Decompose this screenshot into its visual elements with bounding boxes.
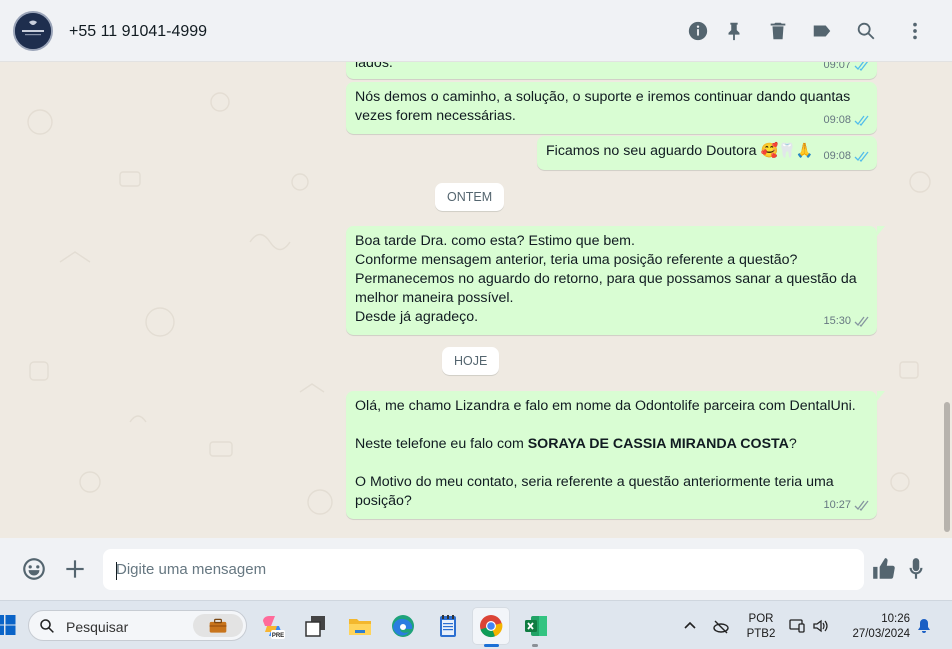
task-view-icon[interactable]	[302, 612, 330, 640]
bubble-tail	[877, 226, 885, 239]
search-icon	[40, 619, 54, 633]
notification-bell-icon[interactable]	[916, 618, 932, 634]
message-time: 15:30	[823, 315, 851, 327]
message-meta: 09:08	[823, 111, 870, 130]
message-text: Ficamos no seu aguardo Doutora 🥰🦷🙏	[546, 143, 814, 159]
notepad-icon[interactable]	[434, 612, 462, 640]
windows-start-icon[interactable]	[0, 614, 20, 636]
message-input[interactable]	[103, 549, 864, 590]
running-app-indicator	[532, 644, 538, 647]
message-text: lados.	[355, 62, 393, 71]
message-meta: 10:27	[823, 496, 870, 515]
message-line-intro: Olá, me chamo Lizandra e falo em nome da…	[355, 398, 856, 414]
chat-scrollbar[interactable]	[944, 402, 950, 532]
message-meta: 09:08	[823, 147, 870, 166]
language-code: POR	[748, 613, 774, 625]
message-time: 09:07	[823, 62, 851, 71]
message-bubble-outgoing[interactable]: lados. 09:07	[346, 62, 877, 79]
avatar-logo-icon	[15, 13, 51, 49]
thumbs-up-icon[interactable]	[871, 556, 897, 582]
delivered-ticks-icon	[854, 500, 869, 511]
message-line-question-end: ?	[788, 436, 797, 452]
windows-taskbar: Pesquisar PRE POR PTB2 10:26 27/03/2024	[0, 600, 952, 649]
menu-icon[interactable]	[904, 20, 926, 42]
contact-avatar[interactable]	[13, 11, 53, 51]
taskbar-search[interactable]: Pesquisar	[28, 610, 247, 641]
contact-name[interactable]: +55 11 91041-4999	[69, 23, 207, 41]
message-bubble-outgoing[interactable]: Olá, me chamo Lizandra e falo em nome da…	[346, 391, 885, 519]
network-offline-icon[interactable]	[712, 617, 730, 635]
clock-time: 10:26	[881, 613, 910, 625]
briefcase-icon	[193, 614, 243, 637]
volume-icon[interactable]	[812, 617, 830, 635]
message-line-question: Neste telefone eu falo com	[355, 436, 528, 452]
search-icon[interactable]	[855, 20, 877, 42]
clock-date: 27/03/2024	[852, 628, 910, 640]
attach-plus-icon[interactable]	[62, 556, 88, 582]
input-language[interactable]: POR PTB2	[746, 612, 776, 642]
emoji-icon[interactable]	[21, 556, 47, 582]
read-ticks-icon	[854, 115, 869, 126]
day-separator-today: HOJE	[442, 347, 500, 375]
info-icon[interactable]	[687, 20, 709, 42]
message-text: Olá, me chamo Lizandra e falo em nome da…	[355, 397, 868, 511]
text-caret	[116, 562, 117, 580]
message-time: 10:27	[823, 499, 851, 511]
message-meta: 09:07	[823, 62, 870, 75]
copilot-icon[interactable]: PRE	[258, 612, 286, 640]
message-composer	[0, 538, 952, 600]
day-separator-yesterday: ONTEM	[435, 183, 505, 211]
microphone-icon[interactable]	[903, 556, 929, 582]
excel-icon[interactable]	[522, 612, 550, 640]
delivered-ticks-icon	[854, 316, 869, 327]
message-text: Nós demos o caminho, a solução, o suport…	[355, 89, 851, 124]
message-time: 09:08	[823, 150, 851, 162]
file-explorer-icon[interactable]	[346, 612, 374, 640]
label-icon[interactable]	[811, 20, 833, 42]
read-ticks-icon	[854, 62, 869, 71]
delete-icon[interactable]	[767, 20, 789, 42]
device-icon[interactable]	[788, 617, 806, 635]
chat-header: +55 11 91041-4999	[0, 0, 952, 62]
keyboard-layout: PTB2	[746, 628, 776, 640]
edge-browser-icon[interactable]	[389, 612, 417, 640]
chevron-up-icon[interactable]	[681, 617, 699, 635]
message-bold-name: SORAYA DE CASSIA MIRANDA COSTA	[527, 436, 789, 452]
read-ticks-icon	[854, 151, 869, 162]
message-text: Boa tarde Dra. como esta? Estimo que bem…	[355, 233, 857, 325]
message-bubble-outgoing[interactable]: Nós demos o caminho, a solução, o suport…	[346, 82, 877, 134]
active-app-indicator	[484, 644, 499, 647]
chat-messages-area[interactable]: lados. 09:07 Nós demos o caminho, a solu…	[0, 62, 952, 538]
message-line-motive: O Motivo do meu contato, seria referente…	[355, 474, 834, 509]
message-bubble-outgoing[interactable]: Ficamos no seu aguardo Doutora 🥰🦷🙏 09:08	[537, 136, 877, 170]
chrome-icon[interactable]	[477, 612, 505, 640]
message-meta: 15:30	[823, 312, 870, 331]
bubble-tail	[877, 391, 885, 404]
message-bubble-outgoing[interactable]: Boa tarde Dra. como esta? Estimo que bem…	[346, 226, 885, 335]
copilot-badge-text: PRE	[272, 633, 284, 639]
system-clock[interactable]: 10:26 27/03/2024	[838, 612, 910, 642]
search-label: Pesquisar	[66, 619, 129, 635]
message-time: 09:08	[823, 114, 851, 126]
pin-icon[interactable]	[723, 20, 745, 42]
